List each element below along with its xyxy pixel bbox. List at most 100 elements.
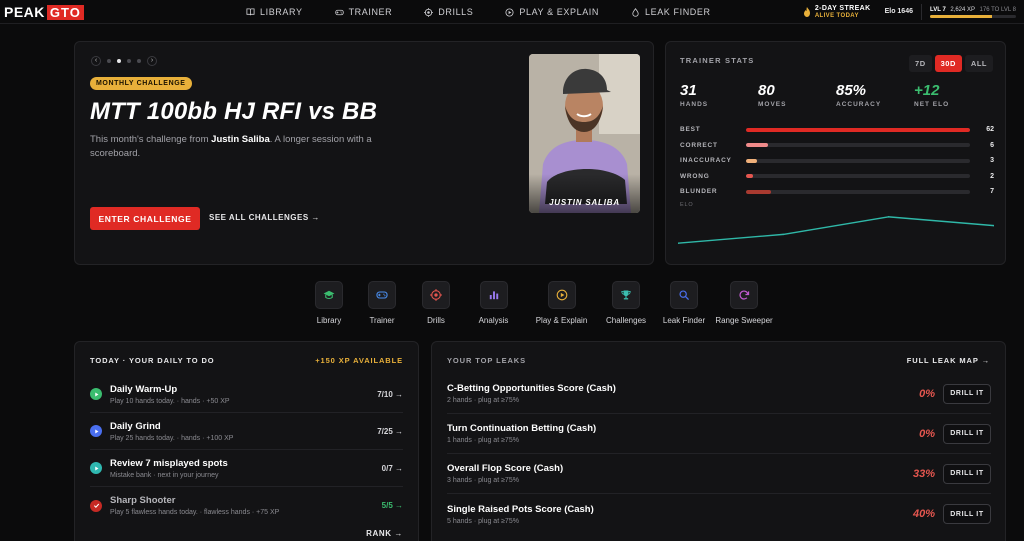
- drill-it-button[interactable]: DRILL IT: [943, 504, 991, 524]
- tool-challenges[interactable]: Challenges: [599, 281, 653, 325]
- bar-track: [746, 143, 970, 148]
- bar-row-correct: CORRECT 6: [680, 138, 994, 154]
- leak-subtitle: 3 hands · plug at ≥75%: [447, 477, 519, 484]
- bar-chart-icon: [489, 291, 498, 300]
- play-icon: [94, 429, 98, 433]
- bar-track: [746, 158, 970, 163]
- rank-link[interactable]: RANK →: [366, 529, 403, 538]
- carousel-dot[interactable]: [107, 59, 111, 63]
- elo-rating[interactable]: Elo 1646: [885, 4, 922, 20]
- nav-link-label: PLAY & EXPLAIN: [519, 7, 599, 17]
- carousel-dot[interactable]: [127, 59, 131, 63]
- carousel-dot[interactable]: [117, 59, 121, 63]
- task-item[interactable]: Daily Warm-Up Play 10 hands today. · han…: [90, 376, 403, 413]
- nav-link-leak-finder[interactable]: LEAK FINDER: [631, 7, 711, 17]
- task-item[interactable]: Daily Grind Play 25 hands today. · hands…: [90, 413, 403, 450]
- tool-icon-box: [612, 281, 640, 309]
- leak-subtitle: 1 hands · plug at ≥75%: [447, 437, 519, 444]
- task-title: Review 7 misplayed spots: [110, 457, 228, 469]
- range-all[interactable]: ALL: [964, 55, 993, 72]
- top-leaks-card: YOUR TOP LEAKS FULL LEAK MAP → C-Betting…: [431, 341, 1006, 541]
- streak-sub: ALIVE TODAY: [814, 12, 859, 19]
- challenge-description: This month's challenge from Justin Salib…: [90, 134, 372, 159]
- bar-fill: [746, 174, 754, 179]
- bar-fill: [746, 143, 768, 148]
- carousel-dot[interactable]: [137, 59, 141, 63]
- kpi-value: 85%: [836, 82, 867, 99]
- task-title: Sharp Shooter: [110, 495, 176, 506]
- xp-bar: [930, 14, 1016, 18]
- logo-box: GTO: [46, 4, 84, 20]
- bar-fill: [746, 189, 772, 194]
- nav-link-label: LEAK FINDER: [645, 7, 711, 17]
- trainer-stats-card: TRAINER STATS 7D 30D ALL 31 HANDS 80 MOVES 8…: [665, 41, 1006, 265]
- task-subtitle: Play 25 hands today. · hands · +100 XP: [110, 434, 234, 442]
- daily-todo-title: TODAY · YOUR DAILY TO DO: [90, 356, 215, 365]
- elo-point-1: [782, 233, 785, 236]
- bar-value: 7: [990, 188, 994, 196]
- drill-it-button[interactable]: DRILL IT: [943, 463, 991, 484]
- task-status: [90, 462, 102, 474]
- drill-it-button[interactable]: DRILL IT: [943, 423, 991, 444]
- tool-label: Analysis: [478, 316, 509, 325]
- tool-icon-box: [670, 281, 698, 309]
- range-30d[interactable]: 30D: [934, 55, 962, 72]
- daily-todo-card: TODAY · YOUR DAILY TO DO +150 XP AVAILAB…: [74, 341, 419, 541]
- logo-text: PEAK: [4, 4, 45, 20]
- task-item[interactable]: Sharp Shooter Play 5 flawless hands toda…: [90, 487, 403, 524]
- nav-link-play-explain[interactable]: PLAY & EXPLAIN: [505, 7, 599, 17]
- tool-label: Library: [316, 316, 342, 325]
- graduation-cap-icon: [323, 290, 335, 300]
- challenge-hero: ‹ › MONTHLY CHALLENGE MTT 100bb HJ RFI v…: [74, 41, 654, 265]
- tool-icon-box: [479, 281, 508, 309]
- refresh-icon: [739, 290, 750, 300]
- gamepad-icon: [376, 291, 388, 299]
- kpi-label: ACCURACY: [836, 101, 882, 108]
- tool-library[interactable]: Library: [303, 281, 355, 325]
- task-title: Daily Grind: [110, 420, 161, 432]
- task-item[interactable]: Review 7 misplayed spots Mistake bank · …: [90, 450, 403, 487]
- leak-row: Turn Continuation Betting (Cash) 1 hands…: [447, 414, 991, 454]
- kpi-label: NET ELO: [914, 101, 950, 108]
- enter-challenge-button[interactable]: ENTER CHALLENGE: [90, 207, 200, 230]
- bar-label: BLUNDER: [680, 188, 718, 196]
- level-progress[interactable]: LVL 7 2,624 XP 176 TO LVL 8: [930, 7, 1016, 18]
- tool-analysis[interactable]: Analysis: [463, 281, 524, 325]
- tool-trainer[interactable]: Trainer: [355, 281, 409, 325]
- leak-row: C-Betting Opportunities Score (Cash) 2 h…: [447, 374, 991, 414]
- bar-value: 6: [990, 141, 994, 149]
- drill-it-button[interactable]: DRILL IT: [943, 383, 991, 404]
- bar-label: BEST: [680, 126, 701, 134]
- see-all-challenges-link[interactable]: SEE ALL CHALLENGES →: [209, 213, 320, 222]
- range-7d[interactable]: 7D: [909, 55, 932, 72]
- nav-link-drills[interactable]: DRILLS: [424, 7, 473, 17]
- tool-label: Range Sweeper: [715, 316, 773, 325]
- tool-play-explain[interactable]: Play & Explain: [524, 281, 599, 325]
- tool-leak-finder[interactable]: Leak Finder: [653, 281, 715, 325]
- carousel-prev-button[interactable]: ‹: [91, 56, 101, 66]
- nav-link-trainer[interactable]: TRAINER: [334, 7, 393, 17]
- logo[interactable]: PEAK GTO: [4, 3, 84, 21]
- nav-link-label: TRAINER: [348, 7, 393, 17]
- task-progress: 5/5 →: [381, 501, 403, 510]
- leak-subtitle: 2 hands · plug at ≥75%: [447, 397, 519, 404]
- level-label: LVL 7: [930, 6, 946, 13]
- streak[interactable]: 2-DAY STREAK ALIVE TODAY: [803, 5, 871, 20]
- full-leak-map-link[interactable]: FULL LEAK MAP →: [907, 356, 990, 365]
- elo-line-chart: [678, 216, 994, 244]
- play-icon: [94, 466, 98, 470]
- check-icon: [93, 503, 99, 508]
- tool-range-sweeper[interactable]: Range Sweeper: [715, 281, 773, 325]
- coach-photo-name: JUSTIN SALIBA: [549, 198, 620, 207]
- tool-drills[interactable]: Drills: [409, 281, 463, 325]
- kpi-row: 31 HANDS 80 MOVES 85% ACCURACY +12 NET ELO: [680, 82, 992, 108]
- stats-title: TRAINER STATS: [680, 56, 755, 65]
- play-icon: [94, 392, 98, 396]
- task-status: [90, 425, 102, 437]
- bar-track: [746, 127, 970, 132]
- carousel-next-button[interactable]: ›: [147, 56, 157, 66]
- nav-links: LIBRARY TRAINER DRILLS PLAY & EXPLAIN LEAK F…: [246, 0, 743, 24]
- coach-portrait: [529, 54, 640, 213]
- nav-link-label: LIBRARY: [260, 7, 303, 17]
- nav-link-library[interactable]: LIBRARY: [246, 7, 303, 17]
